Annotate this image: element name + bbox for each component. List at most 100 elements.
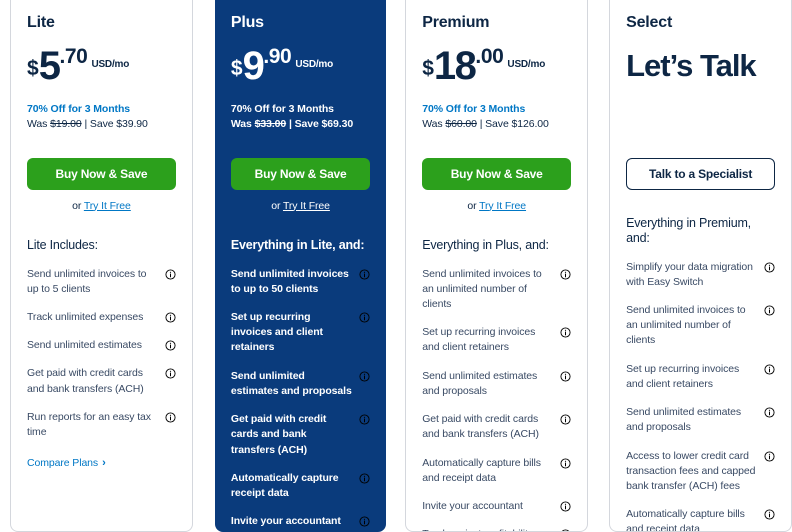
feature-text: Send unlimited estimates bbox=[27, 339, 142, 352]
feature-item: Automatically capture bills and receipt … bbox=[422, 456, 571, 486]
features-heading-plus: Everything in Lite, and: bbox=[230, 237, 365, 252]
cta-area-lite: Buy Now & Save or Try It Free bbox=[27, 157, 176, 212]
feature-text: Send unlimited estimates and proposals bbox=[626, 406, 742, 434]
feature-text: Invite your accountant bbox=[230, 515, 341, 528]
feature-item: Invite your accountant bbox=[231, 514, 370, 529]
feature-item: Automatically capture bills and receipt … bbox=[626, 507, 775, 531]
plan-card-lite: Lite $5.70 USD/mo 70% Off for 3 Months Was $… bbox=[10, 0, 193, 532]
info-icon[interactable] bbox=[165, 269, 176, 280]
feature-list-plus: Send unlimited invoices to up to 50 clie… bbox=[231, 267, 370, 532]
feature-item: Track project profitability bbox=[422, 527, 571, 531]
feature-item: Track unlimited expenses bbox=[27, 310, 176, 325]
feature-text: Get paid with credit cards and bank tran… bbox=[422, 413, 539, 441]
price-whole: 9 bbox=[242, 43, 265, 88]
feature-item: Get paid with credit cards and bank tran… bbox=[422, 412, 571, 442]
feature-text: Send unlimited estimates and proposals bbox=[230, 369, 352, 397]
plan-name-plus: Plus bbox=[230, 14, 264, 31]
price-period: USD/mo bbox=[295, 58, 334, 70]
try-free-row-premium: or Try It Free bbox=[422, 200, 571, 212]
feature-text: Send unlimited invoices to up to 5 clien… bbox=[27, 267, 147, 295]
feature-text: Simplify your data migration with Easy S… bbox=[626, 260, 753, 288]
info-icon[interactable] bbox=[560, 269, 571, 280]
promo-was-label: Was bbox=[27, 118, 51, 131]
plan-name-lite: Lite bbox=[27, 14, 55, 31]
buy-now-button-lite[interactable]: Buy Now & Save bbox=[27, 157, 176, 190]
feature-item: Send unlimited estimates and proposals bbox=[626, 405, 775, 435]
feature-item: Automatically capture receipt data bbox=[231, 471, 370, 501]
promo-was-save: Was $33.00 | Save $69.30 bbox=[231, 117, 370, 133]
price-cents: .90 bbox=[263, 44, 292, 68]
info-icon[interactable] bbox=[764, 407, 775, 418]
try-free-prefix: or bbox=[271, 199, 283, 212]
feature-text: Set up recurring invoices and client ret… bbox=[422, 326, 536, 354]
promo-was-price: $19.00 bbox=[50, 118, 82, 131]
info-icon[interactable] bbox=[359, 371, 370, 382]
price-whole: 18 bbox=[433, 43, 477, 88]
plan-card-plus: Plus $9.90 USD/mo 70% Off for 3 Months Was $… bbox=[214, 0, 387, 532]
feature-item: Invite your accountant bbox=[422, 499, 571, 514]
info-icon[interactable] bbox=[560, 458, 571, 469]
price-cents: .00 bbox=[475, 44, 504, 68]
feature-item: Send unlimited invoices to an unlimited … bbox=[626, 303, 775, 349]
info-icon[interactable] bbox=[560, 371, 571, 382]
feature-item: Send unlimited invoices to up to 50 clie… bbox=[231, 267, 370, 297]
talk-to-specialist-button[interactable]: Talk to a Specialist bbox=[626, 157, 776, 190]
info-icon[interactable] bbox=[359, 473, 370, 484]
feature-item: Set up recurring invoices and client ret… bbox=[231, 310, 370, 356]
info-icon[interactable] bbox=[165, 340, 176, 351]
plan-card-select: Select Let’s Talk Talk to a Specialist Ever… bbox=[609, 0, 792, 532]
plan-name-premium: Premium bbox=[422, 14, 490, 31]
compare-plans-label: Compare Plans bbox=[27, 457, 99, 470]
compare-plans-link-lite[interactable]: Compare Plans › bbox=[27, 457, 106, 469]
info-icon[interactable] bbox=[165, 412, 176, 423]
promo-was-save: Was $19.00 | Save $39.90 bbox=[27, 117, 176, 133]
info-icon[interactable] bbox=[764, 451, 775, 462]
info-icon[interactable] bbox=[359, 269, 370, 280]
info-icon[interactable] bbox=[560, 327, 571, 338]
try-it-free-link-lite[interactable]: Try It Free bbox=[84, 200, 131, 212]
promo-headline: 70% Off for 3 Months bbox=[27, 102, 131, 115]
feature-text: Track unlimited expenses bbox=[27, 311, 144, 324]
price-cents: .70 bbox=[59, 44, 88, 68]
try-it-free-link-premium[interactable]: Try It Free bbox=[479, 200, 526, 212]
cta-area-plus: Buy Now & Save or Try It Free bbox=[230, 157, 371, 212]
feature-text: Get paid with credit cards and bank tran… bbox=[27, 367, 144, 395]
feature-item: Set up recurring invoices and client ret… bbox=[422, 325, 571, 355]
feature-text: Set up recurring invoices and client ret… bbox=[230, 311, 323, 354]
feature-list-premium: Send unlimited invoices to an unlimited … bbox=[422, 267, 571, 531]
info-icon[interactable] bbox=[359, 312, 370, 323]
promo-block-plus: 70% Off for 3 Months Was $33.00 | Save $6… bbox=[231, 102, 370, 136]
try-it-free-link-plus[interactable]: Try It Free bbox=[283, 200, 330, 212]
promo-was-save: Was $60.00 | Save $126.00 bbox=[422, 117, 571, 133]
info-icon[interactable] bbox=[165, 368, 176, 380]
info-icon[interactable] bbox=[359, 414, 370, 425]
price-period: USD/mo bbox=[507, 58, 546, 70]
feature-list-select: Simplify your data migration with Easy S… bbox=[626, 260, 775, 531]
price-whole: 5 bbox=[38, 43, 61, 88]
info-icon[interactable] bbox=[764, 364, 775, 375]
try-free-row-lite: or Try It Free bbox=[27, 200, 176, 212]
info-icon[interactable] bbox=[165, 312, 176, 323]
info-icon[interactable] bbox=[560, 414, 571, 425]
promo-block-select bbox=[626, 102, 775, 136]
features-heading-premium: Everything in Plus, and: bbox=[422, 237, 549, 252]
info-icon[interactable] bbox=[764, 509, 775, 520]
promo-headline: 70% Off for 3 Months bbox=[230, 102, 334, 115]
buy-now-button-premium[interactable]: Buy Now & Save bbox=[422, 157, 572, 190]
price-period: USD/mo bbox=[91, 58, 130, 70]
feature-text: Send unlimited invoices to an unlimited … bbox=[626, 304, 746, 347]
info-icon[interactable] bbox=[560, 501, 571, 512]
promo-block-lite: 70% Off for 3 Months Was $19.00 | Save $3… bbox=[27, 102, 176, 136]
features-heading-lite: Lite Includes: bbox=[27, 237, 98, 252]
plan-price-plus: $9.90 USD/mo bbox=[231, 44, 370, 88]
info-icon[interactable] bbox=[764, 305, 775, 316]
feature-item: Access to lower credit card transaction … bbox=[626, 449, 775, 495]
buy-now-button-plus[interactable]: Buy Now & Save bbox=[230, 157, 371, 190]
feature-item: Send unlimited invoices to an unlimited … bbox=[422, 267, 571, 313]
feature-item: Get paid with credit cards and bank tran… bbox=[27, 366, 176, 396]
promo-block-premium: 70% Off for 3 Months Was $60.00 | Save $1… bbox=[422, 102, 571, 136]
info-icon[interactable] bbox=[764, 262, 775, 273]
promo-separator: | bbox=[81, 118, 90, 131]
plan-price-lite: $5.70 USD/mo bbox=[27, 44, 176, 88]
info-icon[interactable] bbox=[359, 516, 370, 527]
